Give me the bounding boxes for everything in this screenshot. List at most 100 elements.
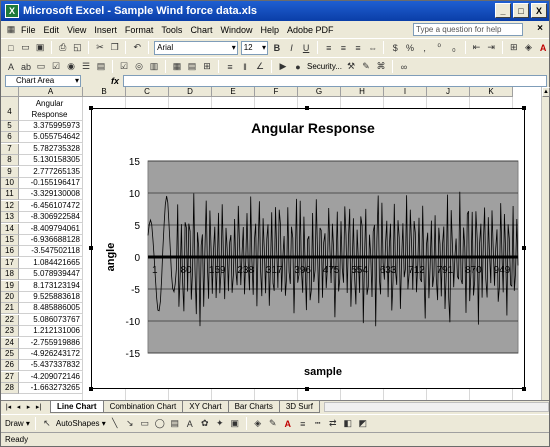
toggle-control-icon[interactable]: ◎ xyxy=(133,61,145,73)
data-table-icon[interactable]: ⊞ xyxy=(201,61,213,73)
record-icon[interactable]: ● xyxy=(292,61,304,73)
control-toolbox-icon[interactable]: ⚒ xyxy=(345,61,357,73)
draw-menu-button[interactable]: Draw ▾ xyxy=(5,419,30,428)
fill-color-icon[interactable]: ◈ xyxy=(523,42,535,54)
row-header[interactable]: 9 xyxy=(1,166,19,178)
dash-style-icon[interactable]: ┅ xyxy=(312,418,324,430)
resize-handle[interactable] xyxy=(305,106,309,110)
autoshapes-button[interactable]: AutoShapes ▾ xyxy=(56,419,106,428)
column-header[interactable]: C xyxy=(126,87,169,97)
textbox-tool-icon[interactable]: ▤ xyxy=(169,418,181,430)
menu-help[interactable]: Help xyxy=(256,25,283,35)
row-header[interactable]: 26 xyxy=(1,360,19,372)
data-cell[interactable]: 5.782735328 xyxy=(19,143,83,155)
security-button[interactable]: Security... xyxy=(307,62,342,71)
arrow-style-icon[interactable]: ⇄ xyxy=(327,418,339,430)
tab-line-chart[interactable]: Line Chart xyxy=(50,401,104,413)
row-header[interactable]: 7 xyxy=(1,143,19,155)
column-header[interactable]: B xyxy=(83,87,126,97)
data-cell[interactable]: 2.777265135 xyxy=(19,166,83,178)
row-header[interactable]: 8 xyxy=(1,155,19,167)
row-header[interactable]: 10 xyxy=(1,178,19,189)
align-left-icon[interactable]: ≡ xyxy=(323,42,335,54)
data-cell[interactable]: 1.084421665 xyxy=(19,257,83,269)
data-cell[interactable]: 5.130158305 xyxy=(19,155,83,167)
underline-icon[interactable]: U xyxy=(300,42,312,54)
scroll-up-icon[interactable]: ▲ xyxy=(542,87,550,97)
data-cell[interactable]: 5.055754642 xyxy=(19,132,83,144)
menu-format[interactable]: Format xyxy=(121,25,158,35)
copy-icon[interactable]: ❐ xyxy=(109,42,121,54)
vertical-scrollbar[interactable]: ▲ xyxy=(541,87,550,400)
menu-insert[interactable]: Insert xyxy=(90,25,121,35)
data-cell[interactable]: 5.086073767 xyxy=(19,314,83,326)
row-header[interactable]: 28 xyxy=(1,383,19,395)
maximize-button[interactable]: □ xyxy=(513,3,529,18)
by-row-icon[interactable]: ≡ xyxy=(224,61,236,73)
line-style-icon[interactable]: ≡ xyxy=(297,418,309,430)
resize-handle[interactable] xyxy=(522,246,526,250)
menu-tools[interactable]: Tools xyxy=(157,25,186,35)
column-header[interactable]: F xyxy=(255,87,298,97)
data-cell[interactable]: -8.306922584 xyxy=(19,212,83,224)
resize-handle[interactable] xyxy=(305,387,309,391)
prev-sheet-icon[interactable]: ◂ xyxy=(14,403,23,411)
percent-icon[interactable]: % xyxy=(404,42,416,54)
row-header[interactable]: 23 xyxy=(1,326,19,338)
row-header[interactable]: 12 xyxy=(1,200,19,212)
macro-run-icon[interactable]: ▶ xyxy=(277,61,289,73)
menu-edit[interactable]: Edit xyxy=(40,25,64,35)
column-header[interactable]: J xyxy=(427,87,470,97)
data-cell[interactable]: -6.936688128 xyxy=(19,235,83,246)
name-box[interactable]: Chart Area xyxy=(5,74,81,87)
line-tool-icon[interactable]: ╲ xyxy=(109,418,121,430)
print-icon[interactable]: ⎙ xyxy=(57,42,69,54)
box-icon[interactable]: ▭ xyxy=(35,61,47,73)
row-header[interactable]: 20 xyxy=(1,292,19,303)
font-size-select[interactable]: 12 xyxy=(240,40,268,55)
row-header[interactable]: 25 xyxy=(1,349,19,360)
data-cell[interactable]: -4.209072146 xyxy=(19,371,83,383)
last-sheet-icon[interactable]: ▸| xyxy=(34,403,43,411)
design-mode-icon[interactable]: ✎ xyxy=(360,61,372,73)
row-header[interactable]: 22 xyxy=(1,314,19,326)
column-header[interactable]: I xyxy=(384,87,427,97)
data-cell[interactable]: -4.926243172 xyxy=(19,349,83,360)
column-header[interactable]: H xyxy=(341,87,384,97)
tab-3d-surf[interactable]: 3D Surf xyxy=(278,401,320,413)
menu-window[interactable]: Window xyxy=(216,25,256,35)
horizontal-scrollbar[interactable] xyxy=(323,402,549,412)
column-header[interactable]: G xyxy=(298,87,341,97)
first-sheet-icon[interactable]: |◂ xyxy=(4,403,13,411)
resize-handle[interactable] xyxy=(522,387,526,391)
row-header[interactable]: 6 xyxy=(1,132,19,144)
resize-handle[interactable] xyxy=(89,387,93,391)
wordart-icon[interactable]: A xyxy=(184,418,196,430)
checkbox-icon[interactable]: ☑ xyxy=(50,61,62,73)
row-header[interactable]: 19 xyxy=(1,280,19,292)
fx-icon[interactable]: fx xyxy=(111,76,119,86)
workbook-close-icon[interactable]: × xyxy=(537,23,543,34)
currency-icon[interactable]: $ xyxy=(389,42,401,54)
tab-xy-chart[interactable]: XY Chart xyxy=(182,401,229,413)
embedded-chart[interactable]: Angular Response 15 10 5 0 -5 -10 -15 1 80 159 238 3… xyxy=(91,108,525,389)
close-button[interactable]: X xyxy=(531,3,547,18)
oval-tool-icon[interactable]: ◯ xyxy=(154,418,166,430)
3d-style-icon[interactable]: ◩ xyxy=(357,418,369,430)
fill-color-draw-icon[interactable]: ◈ xyxy=(252,418,264,430)
row-header[interactable]: 11 xyxy=(1,189,19,201)
shadow-icon[interactable]: ◧ xyxy=(342,418,354,430)
row-header[interactable]: 27 xyxy=(1,371,19,383)
visual-basic-icon[interactable]: ∞ xyxy=(398,61,410,73)
cut-icon[interactable]: ✂ xyxy=(94,42,106,54)
row-header[interactable]: 15 xyxy=(1,235,19,246)
line-color-icon[interactable]: ✎ xyxy=(267,418,279,430)
select-all-corner[interactable] xyxy=(1,87,19,97)
column-header[interactable]: D xyxy=(169,87,212,97)
decrease-decimal-icon[interactable]: ₀ xyxy=(448,42,460,54)
legend-icon[interactable]: ▤ xyxy=(186,61,198,73)
font-color-icon[interactable]: A xyxy=(537,42,549,54)
resize-handle[interactable] xyxy=(89,106,93,110)
abl-icon[interactable]: ab xyxy=(20,61,32,73)
chart-type-icon[interactable]: ▦ xyxy=(171,61,183,73)
